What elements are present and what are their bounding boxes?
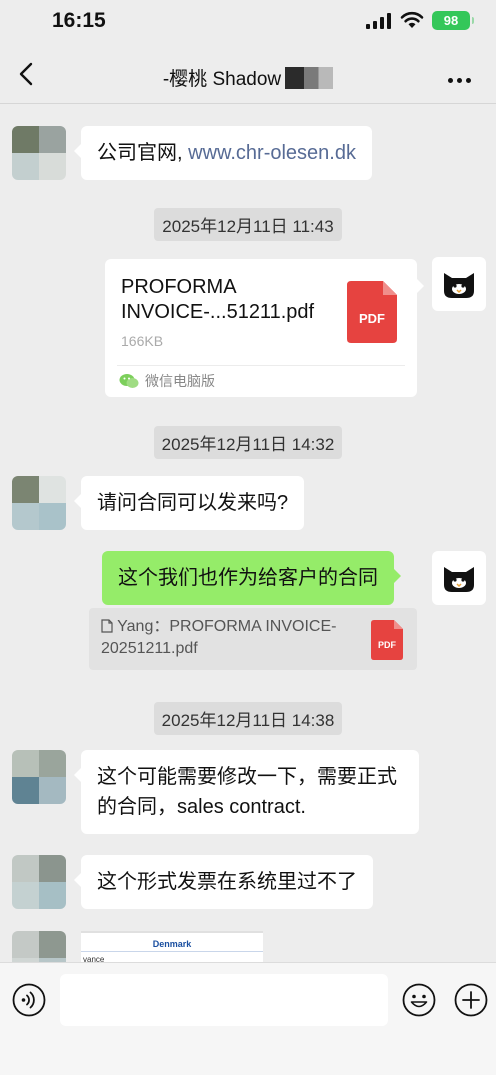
image-snippet-text: vance	[83, 955, 105, 962]
pdf-file-icon: PDF	[371, 620, 403, 660]
sent-message-bubble[interactable]: 这个我们也作为给客户的合同	[102, 551, 401, 605]
website-link[interactable]: www.chr-olesen.dk	[188, 142, 356, 164]
peer-avatar[interactable]	[12, 931, 66, 962]
card-divider	[117, 365, 405, 366]
chat-title: -樱桃 Shadow	[0, 64, 496, 91]
more-dots-icon[interactable]	[448, 70, 478, 83]
message-text: 这个我们也作为给客户的合同	[118, 567, 378, 589]
svg-text:PDF: PDF	[359, 311, 385, 326]
timestamp-text: 2025年12月11日 14:38	[153, 702, 343, 735]
peer-avatar[interactable]	[12, 126, 66, 180]
battery-icon: 98	[432, 11, 474, 30]
quoted-file-reference[interactable]: Yang：PROFORMA INVOICE-20251211.pdf PDF	[89, 608, 417, 670]
image-message-preview[interactable]: Denmark vance	[81, 931, 263, 962]
my-avatar[interactable]	[432, 257, 486, 311]
chat-area[interactable]: 公司官网, www.chr-olesen.dk 2025年12月11日 11:4…	[0, 105, 496, 962]
wechat-icon	[119, 374, 139, 388]
message-input[interactable]	[60, 974, 388, 1026]
cellular-signal-icon	[366, 13, 391, 29]
timestamp-text: 2025年12月11日 14:32	[153, 426, 343, 459]
file-name: PROFORMA INVOICE-...51211.pdf	[121, 276, 315, 323]
timestamp: 2025年12月11日 11:43	[0, 208, 496, 241]
peer-avatar[interactable]	[12, 476, 66, 530]
svg-text:PDF: PDF	[378, 640, 397, 650]
message-bubble[interactable]: 公司官网, www.chr-olesen.dk	[74, 126, 372, 180]
status-bar: 16:15 98	[0, 0, 496, 44]
file-source-label: 微信电脑版	[145, 373, 215, 389]
redacted-name-block	[285, 67, 334, 89]
message-text: 公司官网,	[97, 142, 189, 164]
timestamp: 2025年12月11日 14:32	[0, 426, 496, 459]
nav-bar: -樱桃 Shadow	[0, 44, 496, 104]
image-rule	[81, 951, 263, 952]
image-header-text: Denmark	[152, 939, 192, 949]
message-text: 这个可能需要修改一下，需要正式的合同，sales contract.	[97, 766, 397, 818]
wifi-icon	[400, 11, 424, 28]
quote-text-content: Yang：PROFORMA INVOICE-20251211.pdf	[101, 618, 337, 657]
timestamp-text: 2025年12月11日 11:43	[154, 208, 342, 241]
emoji-icon[interactable]	[402, 983, 436, 1017]
plus-icon[interactable]	[454, 983, 488, 1017]
black-cat-avatar-icon	[444, 273, 474, 298]
timestamp: 2025年12月11日 14:38	[0, 702, 496, 735]
message-bubble[interactable]: 这个可能需要修改一下，需要正式的合同，sales contract.	[74, 750, 419, 834]
my-avatar[interactable]	[432, 551, 486, 605]
peer-avatar[interactable]	[12, 855, 66, 909]
peer-avatar[interactable]	[12, 750, 66, 804]
quote-text: Yang：PROFORMA INVOICE-20251211.pdf	[101, 616, 363, 660]
message-bubble[interactable]: 这个形式发票在系统里过不了	[74, 855, 373, 909]
file-message-card[interactable]: PROFORMA INVOICE-...51211.pdf 166KB PDF …	[105, 259, 424, 397]
message-text: 这个形式发票在系统里过不了	[97, 871, 357, 893]
message-text: 请问合同可以发来吗?	[97, 492, 289, 514]
pdf-file-icon: PDF	[347, 281, 397, 343]
black-cat-avatar-icon	[444, 567, 474, 592]
status-time: 16:15	[52, 9, 106, 32]
chat-title-text: -樱桃 Shadow	[162, 69, 282, 90]
input-bar	[0, 962, 496, 1075]
voice-icon[interactable]	[12, 983, 46, 1017]
file-source: 微信电脑版	[119, 371, 215, 391]
file-size: 166KB	[121, 333, 164, 349]
message-bubble[interactable]: 请问合同可以发来吗?	[73, 476, 305, 530]
document-icon	[101, 619, 113, 633]
